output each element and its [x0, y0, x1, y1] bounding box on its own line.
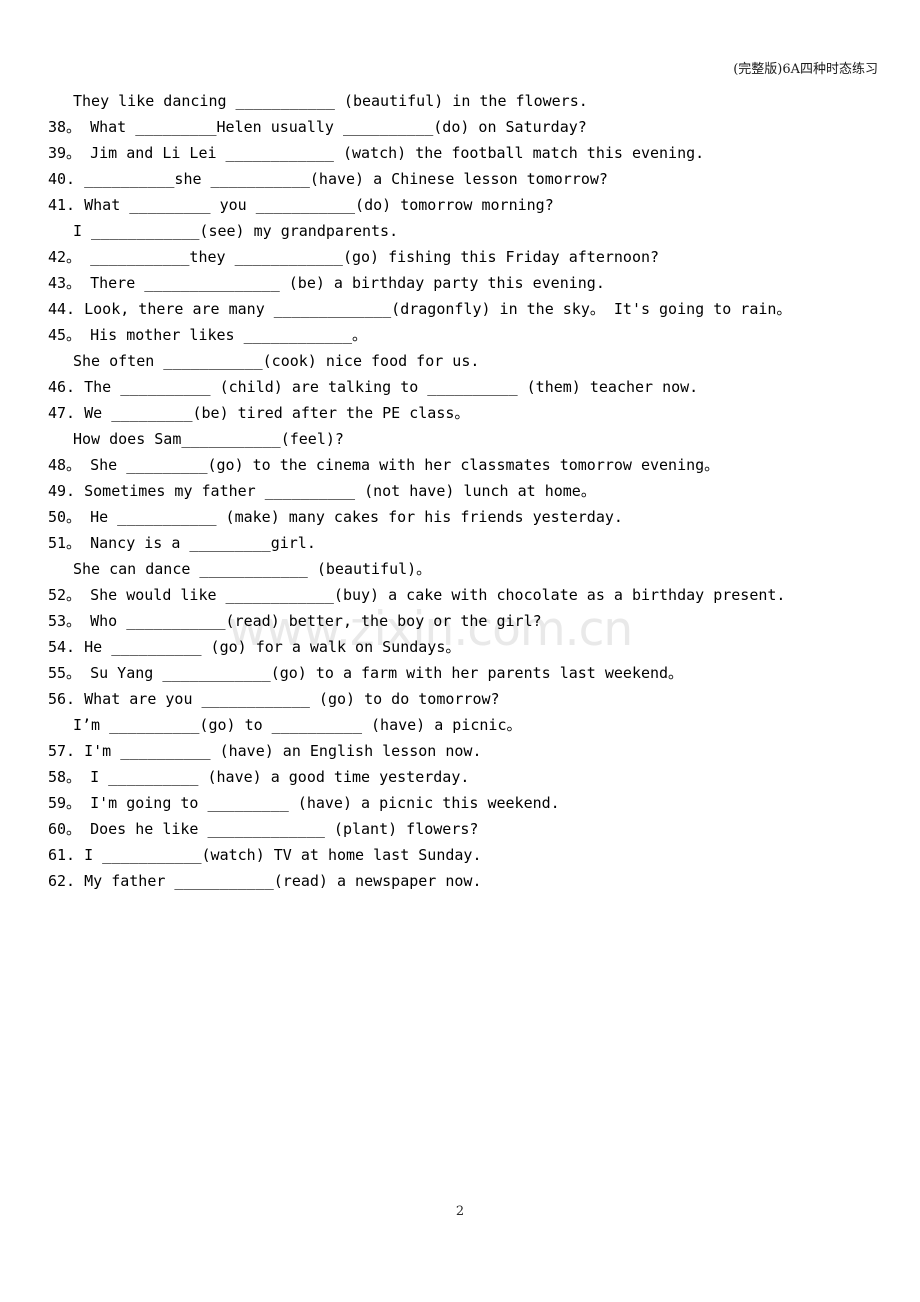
exercise-item-line: 51。 Nancy is a _________girl. [48, 534, 316, 552]
exercise-continuation-line: How does Sam___________(feel)? [73, 430, 344, 448]
exercise-item-line: 54. He __________ (go) for a walk on Sun… [48, 638, 461, 656]
exercise-item-line: 41. What _________ you ___________(do) t… [48, 196, 554, 214]
exercise-item-line: 57. I'm __________ (have) an English les… [48, 742, 482, 760]
document-page: www.zixin.com.cn (完整版)6A四种时态练习 They like… [0, 0, 920, 1302]
exercise-item-line: They like dancing ___________ (beautiful… [73, 92, 588, 110]
exercise-continuation-line: I ____________(see) my grandparents. [73, 222, 399, 240]
exercise-item-line: 49. Sometimes my father __________ (not … [48, 482, 596, 500]
exercise-item-line: 40. __________she ___________(have) a Ch… [48, 170, 608, 188]
exercise-continuation-line: I’m __________(go) to __________ (have) … [73, 716, 522, 734]
exercise-item-line: 55。 Su Yang ____________(go) to a farm w… [48, 664, 684, 682]
exercise-item-line: 43。 There _______________ (be) a birthda… [48, 274, 605, 292]
exercise-item-line: 48。 She _________(go) to the cinema with… [48, 456, 720, 474]
exercise-item-line: 52。 She would like ____________(buy) a c… [48, 586, 786, 604]
exercise-item-line: 38。 What _________Helen usually ________… [48, 118, 587, 136]
exercise-item-line: 58。 I __________ (have) a good time yest… [48, 768, 470, 786]
exercise-item-line: 60。 Does he like _____________ (plant) f… [48, 820, 479, 838]
exercise-item-line: 39。 Jim and Li Lei ____________ (watch) … [48, 144, 705, 162]
exercise-item-line: 42。 ___________they ____________(go) fis… [48, 248, 660, 266]
exercise-item-line: 56. What are you ____________ (go) to do… [48, 690, 500, 708]
exercise-item-line: 61. I ___________(watch) TV at home last… [48, 846, 482, 864]
exercise-item-line: 44. Look, there are many _____________(d… [48, 300, 792, 318]
exercise-item-line: 62. My father ___________(read) a newspa… [48, 872, 482, 890]
exercise-item-line: 59。 I'm going to _________ (have) a picn… [48, 794, 560, 812]
exercise-item-line: 50。 He ___________ (make) many cakes for… [48, 508, 623, 526]
exercise-continuation-line: She can dance ____________ (beautiful)。 [73, 560, 432, 578]
exercise-continuation-line: She often ___________(cook) nice food fo… [73, 352, 480, 370]
page-number: 2 [455, 1204, 465, 1219]
exercise-item-line: 53。 Who ___________(read) better, the bo… [48, 612, 542, 630]
exercise-item-line: 46. The __________ (child) are talking t… [48, 378, 699, 396]
exercise-list: They like dancing ___________ (beautiful… [48, 88, 908, 894]
running-header: (完整版)6A四种时态练习 [733, 62, 878, 77]
exercise-item-line: 47. We _________(be) tired after the PE … [48, 404, 470, 422]
exercise-item-line: 45。 His mother likes ____________。 [48, 326, 367, 344]
